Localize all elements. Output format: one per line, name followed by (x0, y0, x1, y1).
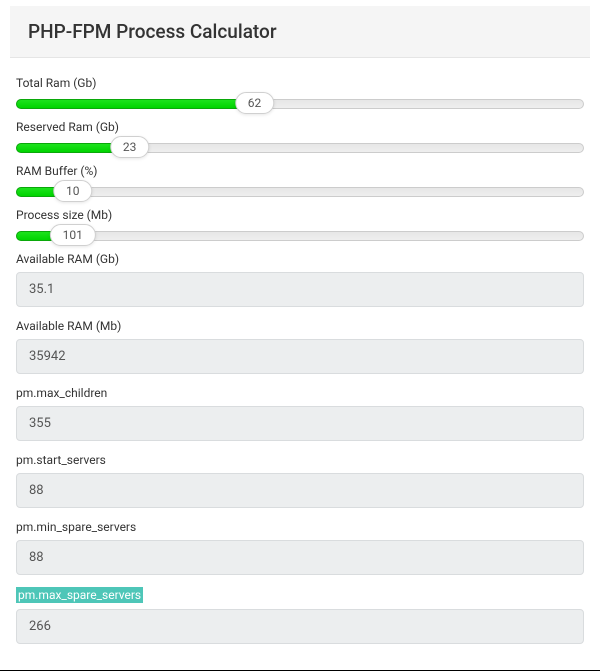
reserved-ram-group: Reserved Ram (Gb) 23 (16, 120, 584, 154)
min-spare-output: 88 (16, 540, 584, 575)
slider-track (16, 187, 584, 197)
process-size-label: Process size (Mb) (16, 208, 584, 222)
total-ram-group: Total Ram (Gb) 62 (16, 76, 584, 110)
reserved-ram-slider[interactable]: 23 (16, 140, 584, 154)
max-children-group: pm.max_children 355 (16, 386, 584, 441)
slider-track (16, 231, 584, 241)
header: PHP-FPM Process Calculator (10, 6, 590, 58)
available-ram-gb-group: Available RAM (Gb) 35.1 (16, 252, 584, 307)
slider-fill (16, 99, 255, 109)
total-ram-slider[interactable]: 62 (16, 96, 584, 110)
available-ram-gb-output: 35.1 (16, 272, 584, 307)
min-spare-group: pm.min_spare_servers 88 (16, 520, 584, 575)
ram-buffer-slider[interactable]: 10 (16, 184, 584, 198)
slider-thumb[interactable]: 101 (50, 224, 96, 246)
process-size-slider[interactable]: 101 (16, 228, 584, 242)
available-ram-mb-label: Available RAM (Mb) (16, 319, 584, 333)
available-ram-gb-label: Available RAM (Gb) (16, 252, 584, 266)
page-title: PHP-FPM Process Calculator (28, 20, 572, 43)
available-ram-mb-group: Available RAM (Mb) 35942 (16, 319, 584, 374)
max-children-output: 355 (16, 406, 584, 441)
reserved-ram-label: Reserved Ram (Gb) (16, 120, 584, 134)
start-servers-output: 88 (16, 473, 584, 508)
start-servers-label: pm.start_servers (16, 453, 584, 467)
slider-thumb[interactable]: 23 (110, 136, 150, 158)
total-ram-label: Total Ram (Gb) (16, 76, 584, 90)
ram-buffer-label: RAM Buffer (%) (16, 164, 584, 178)
content: Total Ram (Gb) 62 Reserved Ram (Gb) 23 R… (0, 58, 600, 666)
slider-thumb[interactable]: 62 (235, 92, 275, 114)
start-servers-group: pm.start_servers 88 (16, 453, 584, 508)
available-ram-mb-output: 35942 (16, 339, 584, 374)
process-size-group: Process size (Mb) 101 (16, 208, 584, 242)
max-spare-label: pm.max_spare_servers (16, 587, 143, 603)
slider-thumb[interactable]: 10 (53, 180, 93, 202)
max-spare-output: 266 (16, 609, 584, 644)
ram-buffer-group: RAM Buffer (%) 10 (16, 164, 584, 198)
max-children-label: pm.max_children (16, 386, 584, 400)
min-spare-label: pm.min_spare_servers (16, 520, 584, 534)
